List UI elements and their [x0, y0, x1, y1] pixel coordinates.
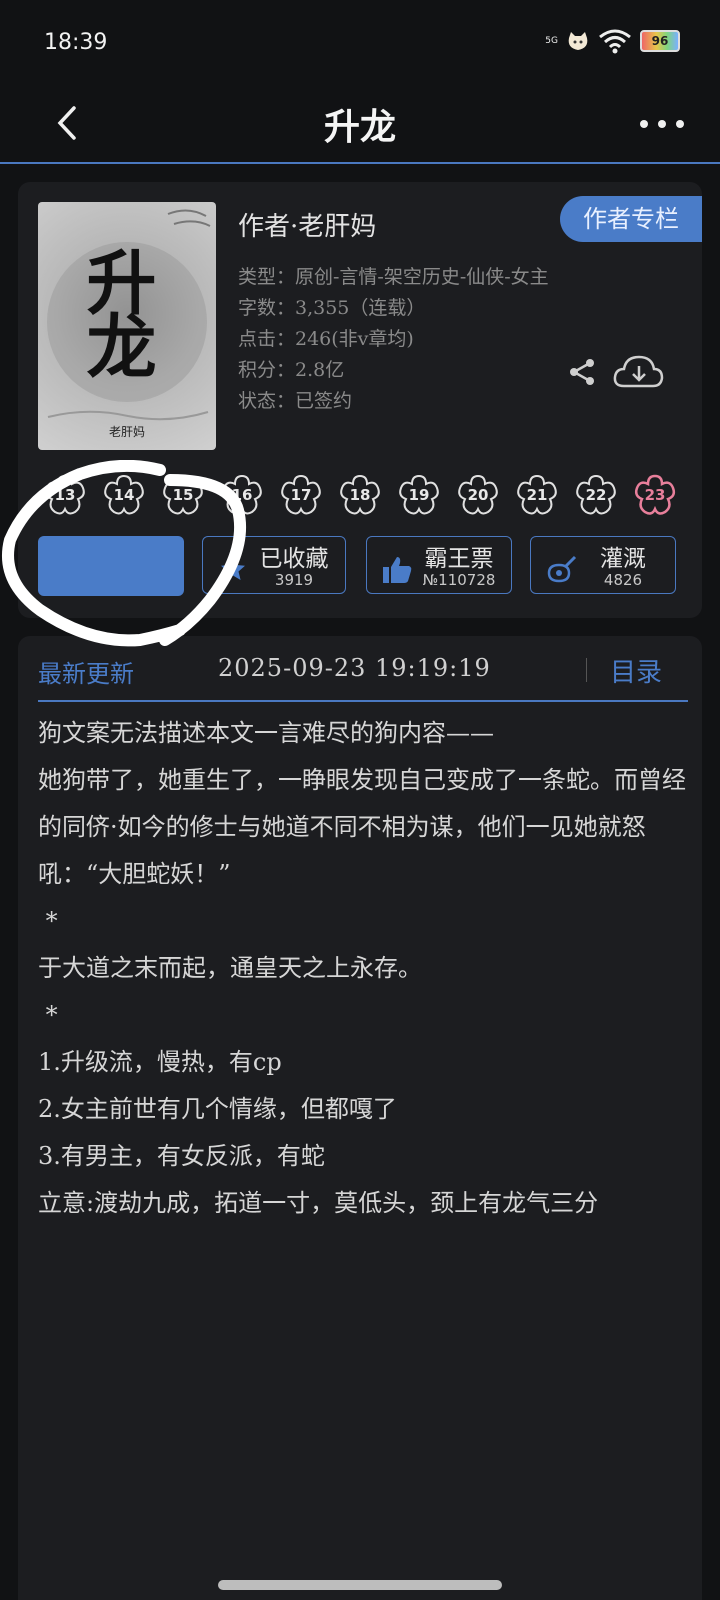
flower-badge[interactable]: 13: [42, 472, 88, 518]
author-name[interactable]: 作者·老肝妈: [238, 206, 376, 243]
latest-update-label[interactable]: 最新更新: [38, 654, 134, 689]
flower-badge[interactable]: 21: [514, 472, 560, 518]
book-meta: 类型：原创-言情-架空历史-仙侠-女主 字数：3,355（连载） 点击：246(…: [238, 262, 549, 417]
cat-icon: [568, 32, 588, 50]
share-icon[interactable]: [566, 356, 598, 388]
flower-badge[interactable]: 17: [278, 472, 324, 518]
primary-action-button[interactable]: [38, 536, 184, 596]
book-info-card: 升龙 老肝妈 作者·老肝妈 作者专栏 类型：原创-言情-架空历史-仙侠-女主 字…: [18, 182, 702, 618]
flower-number: 21: [526, 486, 548, 504]
meta-word-count: 字数：3,355（连载）: [238, 297, 426, 319]
flower-number: 22: [585, 486, 607, 504]
meta-clicks: 点击：246(非v章均): [238, 328, 414, 350]
flower-badge-current[interactable]: 23: [632, 472, 678, 518]
ticket-button[interactable]: 霸王票 №110728: [366, 536, 512, 594]
irrigate-count: 4826: [603, 571, 643, 589]
irrigate-label: 灌溉: [600, 546, 646, 572]
latest-update-date: 2025-09-23 19:19:19: [218, 654, 491, 682]
intro-line: 2.女主前世有几个情缘，但都嘎了: [38, 1095, 397, 1123]
intro-line: 她狗带了，她重生了，一睁眼发现自己变成了一条蛇。而曾经的同侪·如今的修士与她道不…: [38, 766, 686, 888]
intro-line: 立意:渡劫九成，拓道一寸，莫低头，颈上有龙气三分: [38, 1189, 599, 1217]
flower-number: 14: [113, 486, 135, 504]
status-time: 18:39: [44, 30, 108, 55]
flower-number: 19: [408, 486, 430, 504]
flower-badge[interactable]: 18: [337, 472, 383, 518]
intro-line: *: [38, 1001, 58, 1029]
intro-line: 狗文案无法描述本文一言难尽的狗内容——: [38, 719, 494, 747]
irrigate-button[interactable]: 灌溉 4826: [530, 536, 676, 594]
flower-badge[interactable]: 20: [455, 472, 501, 518]
flower-number: 15: [172, 486, 194, 504]
flower-badge[interactable]: 16: [219, 472, 265, 518]
more-dot-icon: [640, 120, 648, 128]
status-icons: 5G 96: [545, 28, 680, 54]
flower-number: 20: [467, 486, 489, 504]
flower-number: 13: [54, 486, 76, 504]
divider: [586, 658, 587, 682]
home-indicator[interactable]: [218, 1580, 502, 1590]
network-label: 5G: [545, 36, 558, 46]
flower-number: 18: [349, 486, 371, 504]
flower-rating-row: 13 14 15 16 17 18 19 20 21 22 23: [42, 472, 702, 530]
collect-count: 3919: [274, 571, 314, 589]
intro-line: *: [38, 907, 58, 935]
flower-badge[interactable]: 22: [573, 472, 619, 518]
content-card: 最新更新 2025-09-23 19:19:19 目录 狗文案无法描述本文一言难…: [18, 636, 702, 1600]
battery-indicator: 96: [640, 30, 680, 52]
intro-line: 1.升级流，慢热，有cp: [38, 1048, 282, 1076]
flower-badge[interactable]: 15: [160, 472, 206, 518]
page-title: 升龙: [323, 106, 396, 148]
flower-badge[interactable]: 14: [101, 472, 147, 518]
more-dot-icon: [658, 120, 666, 128]
status-bar: 18:39 5G 96: [0, 0, 720, 88]
meta-score: 积分：2.8亿: [238, 359, 345, 381]
wifi-icon: [599, 29, 631, 54]
flower-number: 17: [290, 486, 312, 504]
collect-label: 已收藏: [259, 546, 329, 572]
flower-number: 16: [231, 486, 253, 504]
action-row: 已收藏 3919 霸王票 №110728 灌溉 4826: [38, 536, 686, 596]
more-button[interactable]: [640, 106, 684, 142]
author-column-button[interactable]: 作者专栏: [560, 196, 702, 242]
meta-status: 状态：已签约: [238, 390, 353, 412]
intro-line: 于大道之末而起，通皇天之上永存。: [38, 954, 422, 982]
flower-badge[interactable]: 19: [396, 472, 442, 518]
ticket-label: 霸王票: [424, 546, 494, 572]
cover-author: 老肝妈: [108, 425, 145, 439]
book-introduction: 狗文案无法描述本文一言难尽的狗内容—— 她狗带了，她重生了，一睁眼发现自己变成了…: [38, 710, 688, 1227]
more-dot-icon: [676, 120, 684, 128]
cover-title: 升龙: [75, 246, 158, 374]
book-cover[interactable]: 升龙 老肝妈: [38, 202, 216, 450]
intro-line: 3.有男主，有女反派，有蛇: [38, 1142, 325, 1170]
toc-link[interactable]: 目录: [610, 652, 662, 689]
download-cloud-icon[interactable]: [612, 350, 664, 392]
flower-number: 23: [644, 486, 666, 504]
nav-bar: 升龙: [0, 88, 720, 164]
star-icon: [221, 557, 245, 580]
meta-type: 类型：原创-言情-架空历史-仙侠-女主: [238, 266, 549, 288]
watering-can-icon: [547, 555, 577, 583]
ticket-count: №110728: [422, 571, 496, 589]
thumbs-up-icon: [383, 557, 412, 583]
divider: [38, 700, 688, 702]
collect-button[interactable]: 已收藏 3919: [202, 536, 346, 594]
